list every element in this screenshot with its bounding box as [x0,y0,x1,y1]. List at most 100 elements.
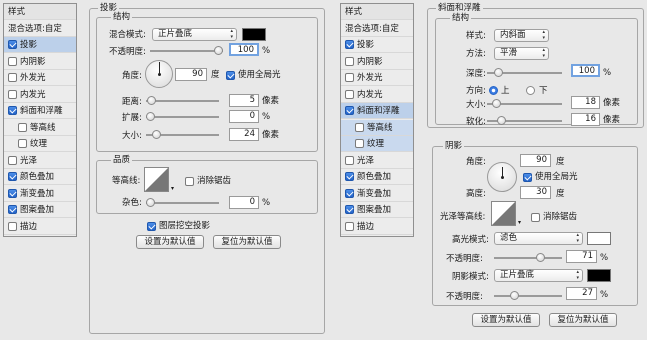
left-sidebar-item-3-checkbox[interactable] [8,56,17,66]
noise-slider-thumb[interactable] [146,198,155,207]
left-sidebar-item-5-checkbox[interactable] [8,89,17,99]
shadow-opacity-slider-thumb[interactable] [509,291,519,300]
opacity-slider[interactable] [150,45,223,56]
right-sidebar-item-4[interactable]: 外发光 [341,70,413,86]
highlight-opacity-slider[interactable] [494,252,562,263]
direction-up-radio[interactable] [489,86,498,95]
bevel-style-select[interactable]: 内斜面 [494,29,549,42]
left-sidebar-item-13[interactable]: 描边 [4,219,76,235]
shadow-color-swatch[interactable] [587,269,611,282]
right-sidebar-item-13[interactable]: 描边 [341,219,413,235]
left-sidebar-item-9[interactable]: 光泽 [4,153,76,169]
soften-input[interactable]: 16 [571,113,600,126]
right-sidebar-item-7[interactable]: 等高线 [341,119,413,136]
size-slider[interactable] [146,129,219,140]
bevel-size-slider[interactable] [487,98,562,109]
left-sidebar-item-10-checkbox[interactable] [8,172,17,181]
distance-slider-thumb[interactable] [147,96,157,105]
right-sidebar-item-2-checkbox[interactable] [345,40,354,49]
bevel-size-slider-thumb[interactable] [491,99,501,108]
right-sidebar-item-10[interactable]: 颜色叠加 [341,169,413,185]
left-sidebar-item-8-checkbox[interactable] [18,139,27,148]
angle-input[interactable]: 90 [175,68,207,81]
left-sidebar-item-1[interactable]: 混合选项:自定 [4,21,76,37]
right-sidebar-item-10-checkbox[interactable] [345,172,354,181]
right-sidebar-item-9-checkbox[interactable] [345,155,354,165]
left-sidebar-item-7-checkbox[interactable] [18,122,27,132]
right-sidebar-item-4-checkbox[interactable] [345,73,354,82]
gloss-anti-alias-box[interactable] [531,213,540,222]
left-sidebar-item-3[interactable]: 内阴影 [4,54,76,70]
right-sidebar-item-6-checkbox[interactable] [345,106,354,115]
shadow-mode-select[interactable]: 正片叠底 [494,269,583,282]
shadow-opacity-input[interactable]: 27 [566,287,597,300]
right-sidebar-item-9[interactable]: 光泽 [341,153,413,169]
left-sidebar-item-12-checkbox[interactable] [8,205,17,214]
make-default-button[interactable]: 设置为默认值 [136,235,204,249]
size-input[interactable]: 24 [229,128,259,141]
right-sidebar-item-3-checkbox[interactable] [345,56,354,66]
left-sidebar-item-12[interactable]: 图案叠加 [4,202,76,218]
bevel-size-input[interactable]: 18 [571,96,600,109]
right-sidebar-item-2[interactable]: 投影 [341,37,413,53]
left-sidebar-item-2-checkbox[interactable] [8,40,17,49]
contour-dropdown-icon[interactable]: ▾ [171,183,174,194]
reset-to-default-button[interactable]: 复位为默认值 [213,235,281,249]
right-sidebar-item-6[interactable]: 斜面和浮雕 [341,103,413,119]
right-sidebar-item-8[interactable]: 纹理 [341,136,413,152]
altitude-input[interactable]: 30 [520,186,551,199]
left-sidebar-item-11-checkbox[interactable] [8,188,17,198]
left-sidebar-item-6-checkbox[interactable] [8,106,17,115]
size-slider-thumb[interactable] [152,130,162,139]
depth-slider-thumb[interactable] [493,68,503,77]
blend-mode-select[interactable]: 正片叠底 [152,28,237,41]
right-sidebar-item-12[interactable]: 图案叠加 [341,202,413,218]
highlight-opacity-slider-thumb[interactable] [535,253,545,262]
right-sidebar-item-3[interactable]: 内阴影 [341,54,413,70]
highlight-color-swatch[interactable] [587,232,611,245]
right-sidebar-item-11-checkbox[interactable] [345,188,354,198]
noise-slider[interactable] [146,197,219,208]
opacity-input[interactable]: 100 [229,43,259,56]
noise-input[interactable]: 0 [229,196,259,209]
right-sidebar-item-5-checkbox[interactable] [345,89,354,99]
anti-alias-box[interactable] [185,177,194,186]
shading-global-light-box[interactable] [523,173,532,182]
opacity-slider-thumb[interactable] [214,46,223,55]
right-sidebar-item-7-checkbox[interactable] [355,122,364,132]
right-sidebar-item-13-checkbox[interactable] [345,221,354,231]
depth-input[interactable]: 100 [571,64,600,77]
left-sidebar-item-11[interactable]: 渐变叠加 [4,186,76,202]
left-sidebar-item-7[interactable]: 等高线 [4,120,76,136]
left-sidebar-item-6[interactable]: 斜面和浮雕 [4,103,76,119]
highlight-opacity-input[interactable]: 71 [566,250,597,263]
right-sidebar-item-8-checkbox[interactable] [355,139,364,148]
right-sidebar-item-12-checkbox[interactable] [345,205,354,214]
left-sidebar-item-2[interactable]: 投影 [4,37,76,53]
use-global-light-box[interactable] [226,71,235,80]
right-sidebar-item-1[interactable]: 混合选项:自定 [341,21,413,37]
distance-slider[interactable] [146,95,219,106]
contour-picker[interactable] [144,167,169,192]
spread-slider-thumb[interactable] [146,112,155,121]
shadow-color-swatch[interactable] [242,28,266,41]
right-sidebar-item-5[interactable]: 内发光 [341,87,413,103]
light-angle-dial[interactable] [487,162,517,192]
soften-slider-thumb[interactable] [496,116,506,125]
shading-angle-input[interactable]: 90 [520,154,551,167]
bevel-make-default-button[interactable]: 设置为默认值 [472,313,540,327]
distance-input[interactable]: 5 [229,94,259,107]
left-sidebar-item-5[interactable]: 内发光 [4,87,76,103]
gloss-contour-picker[interactable] [491,201,516,226]
direction-down-radio[interactable] [526,86,535,95]
technique-select[interactable]: 平滑 [494,47,549,60]
left-sidebar-item-4[interactable]: 外发光 [4,70,76,86]
highlight-mode-select[interactable]: 滤色 [494,232,583,245]
soften-slider[interactable] [487,115,562,126]
layer-knocks-out-box[interactable] [147,222,156,231]
bevel-reset-to-default-button[interactable]: 复位为默认值 [549,313,617,327]
right-sidebar-item-11[interactable]: 渐变叠加 [341,186,413,202]
gloss-contour-dropdown-icon[interactable]: ▾ [518,217,521,228]
left-sidebar-item-13-checkbox[interactable] [8,221,17,231]
angle-dial[interactable] [145,60,173,88]
